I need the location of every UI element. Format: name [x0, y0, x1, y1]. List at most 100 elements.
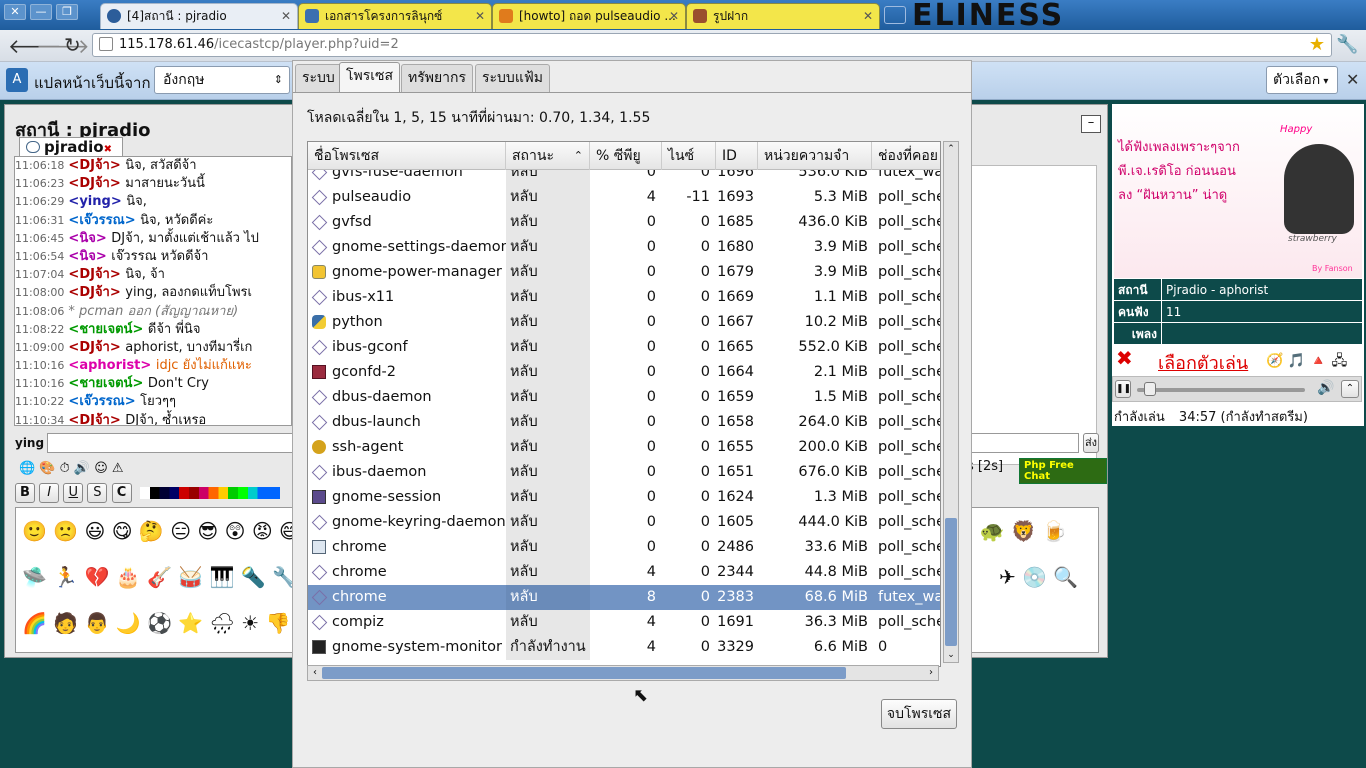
chat-username-text: เจ๊วรรณ	[79, 394, 125, 410]
horizontal-scrollbar[interactable]: ‹ ›	[307, 665, 939, 681]
chat-tool-icons[interactable]: 🌐 🎨 ⏱ 🔊 ☺ ⚠	[19, 461, 124, 476]
table-row[interactable]: gvfsd หลับ 0 0 1685 436.0 KiB poll_sche	[308, 210, 940, 235]
table-row[interactable]: gconfd-2 หลับ 0 0 1664 2.1 MiB poll_sche	[308, 360, 940, 385]
station-value: Pjradio - aphorist	[1166, 283, 1269, 297]
underline-button[interactable]: U	[63, 483, 84, 503]
close-tab-icon[interactable]: ✕	[863, 4, 873, 28]
bold-button[interactable]: B	[15, 483, 35, 503]
volume-track[interactable]	[1137, 388, 1305, 392]
table-row[interactable]: chrome หลับ 8 0 2383 68.6 MiB futex_wai	[308, 585, 940, 610]
column-header-name[interactable]: ชื่อโพรเซส	[308, 142, 506, 170]
window-minimize-icon[interactable]: —	[30, 4, 52, 20]
reload-icon[interactable]: ↻	[64, 33, 81, 57]
close-room-icon[interactable]: ✖	[104, 144, 112, 155]
chat-username[interactable]: <ying>	[68, 194, 126, 209]
translate-options-button[interactable]: ตัวเลือก ▾	[1266, 66, 1338, 94]
close-tab-icon[interactable]: ✕	[281, 4, 291, 28]
tab-processes[interactable]: โพรเซส	[339, 62, 401, 93]
table-row[interactable]: python หลับ 0 0 1667 10.2 MiB poll_sche	[308, 310, 940, 335]
close-tab-icon[interactable]: ✕	[669, 4, 679, 28]
chat-username[interactable]: <DJจ้า>	[68, 413, 125, 425]
table-row[interactable]: ibus-daemon หลับ 0 0 1651 676.0 KiB poll_sche	[308, 460, 940, 485]
color-palette[interactable]	[139, 487, 280, 499]
tab-resources[interactable]: ทรัพยากร	[401, 64, 474, 92]
cell-nice: 0	[700, 614, 710, 630]
cell-wait: poll_sche	[878, 614, 941, 630]
table-row[interactable]: gnome-keyring-daemon หลับ 0 0 1605 444.0 KiB p…	[308, 510, 940, 535]
chat-username[interactable]: <นิจ>	[68, 249, 111, 264]
tab-linux-docs[interactable]: เอกสารโครงการลินุกซ์ ✕	[298, 3, 492, 29]
bookmark-star-icon[interactable]: ★	[1309, 34, 1325, 55]
vertical-scrollbar[interactable]: ⌃ ⌄	[943, 141, 959, 663]
table-row[interactable]: dbus-daemon หลับ 0 0 1659 1.5 MiB poll_sche	[308, 385, 940, 410]
chat-username[interactable]: <DJจ้า>	[68, 176, 125, 191]
scroll-left-icon[interactable]: ‹	[308, 666, 322, 680]
column-header-wait-channel[interactable]: ช่องที่คอย	[872, 142, 940, 170]
window-close-icon[interactable]: ✕	[4, 4, 26, 20]
column-header-id[interactable]: ID	[716, 142, 758, 170]
table-row[interactable]: chrome หลับ 4 0 2344 44.8 MiB poll_sche	[308, 560, 940, 585]
chat-username[interactable]: <เจ๊วรรณ>	[68, 394, 140, 409]
tab-image-host[interactable]: รูปฝาก ✕	[686, 3, 880, 29]
tab-station[interactable]: [4]สถานี : pjradio ✕	[100, 3, 298, 29]
pause-icon[interactable]: ❚❚	[1115, 380, 1131, 398]
minimize-panel-button[interactable]: –	[1081, 115, 1101, 133]
italic-button[interactable]: I	[39, 483, 60, 503]
chevron-up-icon[interactable]: ⌃	[1341, 380, 1359, 398]
table-row[interactable]: gnome-settings-daemon หลับ 0 0 1680 3.9 MiB po…	[308, 235, 940, 260]
scroll-down-icon[interactable]: ⌄	[944, 648, 958, 662]
table-row[interactable]: ibus-gconf หลับ 0 0 1665 552.0 KiB poll_sche	[308, 335, 940, 360]
table-row[interactable]: dbus-launch หลับ 0 0 1658 264.0 KiB poll_sche	[308, 410, 940, 435]
cell-nice: 0	[700, 489, 710, 505]
table-row[interactable]: gnome-power-manager หลับ 0 0 1679 3.9 MiB poll…	[308, 260, 940, 285]
room-tab[interactable]: pjradio✖	[19, 137, 123, 157]
table-row[interactable]: gnome-system-monitor กำลังทำงาน 4 0 3329 6.6 …	[308, 635, 940, 660]
column-header-cpu[interactable]: % ซีพียู	[590, 142, 662, 170]
column-header-status[interactable]: สถานะ ⌃	[506, 142, 590, 170]
vertical-scroll-thumb[interactable]	[945, 518, 957, 646]
send-button[interactable]: ส่ง	[1083, 433, 1099, 453]
cell-cpu: 0	[646, 514, 656, 530]
color-button[interactable]: C	[111, 483, 132, 503]
scroll-up-icon[interactable]: ⌃	[944, 142, 958, 156]
wrench-menu-icon[interactable]: 🔧	[1336, 34, 1358, 55]
table-row[interactable]: gnome-session หลับ 0 0 1624 1.3 MiB poll_sche	[308, 485, 940, 510]
table-row[interactable]: pulseaudio หลับ 4 -11 1693 5.3 MiB poll_sche	[308, 185, 940, 210]
player-app-icons[interactable]: 🧭 🎵 🔺 🖧	[1266, 350, 1347, 374]
tab-howto[interactable]: [howto] ถอด pulseaudio ... ✕	[492, 3, 686, 29]
strike-button[interactable]: S	[87, 483, 108, 503]
chat-username[interactable]: <DJจ้า>	[68, 340, 125, 355]
tab-filesystems[interactable]: ระบบแฟ้ม	[475, 64, 550, 92]
horizontal-scroll-thumb[interactable]	[322, 667, 846, 679]
volume-slider-knob[interactable]	[1144, 382, 1157, 396]
chat-username[interactable]: <DJจ้า>	[68, 267, 125, 282]
source-language-select[interactable]: อังกฤษ ⇕	[154, 66, 290, 94]
end-process-button[interactable]: จบโพรเซส	[881, 699, 957, 729]
table-row[interactable]: chrome หลับ 0 0 2486 33.6 MiB poll_sche	[308, 535, 940, 560]
chat-username[interactable]: <DJจ้า>	[68, 158, 125, 173]
chat-username[interactable]: <เจ๊วรรณ>	[68, 213, 140, 228]
address-bar[interactable]: 115.178.61.46/icecastcp/player.php?uid=2…	[92, 33, 1332, 57]
chat-username[interactable]: <aphorist>	[68, 358, 155, 373]
table-row[interactable]: gvfs-fuse-daemon หลับ 0 0 1696 536.0 KiB futex…	[308, 170, 940, 185]
close-infobar-icon[interactable]: ✕	[1346, 70, 1359, 89]
window-maximize-icon[interactable]: ❐	[56, 4, 78, 20]
chat-timestamp: 11:06:31	[15, 213, 65, 227]
chat-username[interactable]: <DJจ้า>	[68, 285, 125, 300]
scroll-right-icon[interactable]: ›	[924, 666, 938, 680]
close-tab-icon[interactable]: ✕	[475, 4, 485, 28]
column-header-memory[interactable]: หน่วยความจำ	[758, 142, 872, 170]
forward-icon[interactable]: 🡒	[36, 34, 90, 58]
choose-player-link[interactable]: เลือกตัวเล่น	[1158, 348, 1248, 377]
table-row[interactable]: ssh-agent หลับ 0 0 1655 200.0 KiB poll_sche	[308, 435, 940, 460]
column-header-nice[interactable]: ไนซ์	[662, 142, 716, 170]
table-row[interactable]: compiz หลับ 4 0 1691 36.3 MiB poll_sche	[308, 610, 941, 635]
chat-username[interactable]: <นิจ>	[68, 231, 111, 246]
tab-system[interactable]: ระบบ	[295, 64, 342, 92]
table-row[interactable]: ibus-x11 หลับ 0 0 1669 1.1 MiB poll_sche	[308, 285, 940, 310]
stop-x-icon[interactable]: ✖	[1116, 346, 1133, 370]
speaker-icon[interactable]: 🔊	[1317, 380, 1334, 396]
chat-username[interactable]: <ชายเจตน์>	[68, 322, 147, 337]
new-tab-button[interactable]	[884, 6, 906, 24]
chat-username[interactable]: <ชายเจตน์>	[68, 376, 147, 391]
